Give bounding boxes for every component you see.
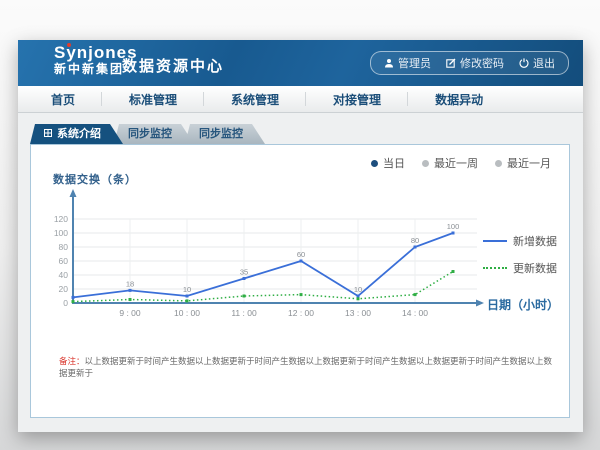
svg-text:13 : 00: 13 : 00 — [345, 308, 371, 318]
legend-label: 更新数据 — [513, 260, 557, 276]
nav-item-1[interactable]: 标准管理 — [102, 86, 204, 112]
svg-text:60: 60 — [297, 250, 305, 259]
svg-text:10: 10 — [354, 285, 362, 294]
range-option-0[interactable]: 当日 — [371, 155, 405, 171]
content-panel: 当日最近一周最近一月 数据交换（条） 0204060801001209 : 00… — [30, 144, 570, 418]
svg-text:20: 20 — [59, 284, 69, 294]
legend-item-0: 新增数据 — [483, 233, 557, 249]
range-option-2[interactable]: 最近一月 — [495, 155, 551, 171]
logo-accent — [67, 43, 71, 47]
nav-item-2[interactable]: 系统管理 — [204, 86, 306, 112]
svg-text:0: 0 — [63, 298, 68, 308]
svg-text:120: 120 — [54, 214, 68, 224]
svg-text:35: 35 — [240, 268, 248, 277]
user-menu-item-1[interactable]: 修改密码 — [446, 55, 504, 71]
footnote-text: 以上数据更新于时间产生数据以上数据更新于时间产生数据以上数据更新于时间产生数据以… — [59, 356, 552, 378]
svg-text:11 : 00: 11 : 00 — [231, 308, 257, 318]
app-header: Synjones 新中新集团 数据资源中心 管理员修改密码退出 — [18, 40, 583, 86]
nav-item-label: 系统管理 — [231, 91, 279, 108]
radio-icon — [371, 160, 378, 167]
svg-text:14 : 00: 14 : 00 — [402, 308, 428, 318]
range-option-label: 最近一周 — [434, 155, 478, 171]
chart-legend: 新增数据更新数据 — [483, 233, 557, 287]
range-option-1[interactable]: 最近一周 — [422, 155, 478, 171]
tab-bar: 系统介绍 同步监控 同步监控 — [30, 124, 256, 144]
legend-line-sample — [483, 240, 507, 242]
tab-label: 同步监控 — [199, 128, 243, 140]
power-icon — [519, 58, 529, 68]
svg-text:100: 100 — [447, 222, 460, 231]
legend-line-sample — [483, 267, 507, 269]
time-range-group: 当日 最近一周 最近一月 — [371, 155, 551, 171]
user-icon — [384, 58, 394, 68]
svg-text:10 : 00: 10 : 00 — [174, 308, 200, 318]
radio-icon — [422, 160, 429, 167]
chart-canvas: 0 20 40 60 80 100 120 9 : 00 10 : 00 11 : 00 12 : … — [41, 185, 501, 327]
main-nav: 首页 标准管理 系统管理 对接管理 数据异动 — [18, 86, 583, 113]
range-option-label: 当日 — [383, 155, 405, 171]
svg-text:60: 60 — [59, 256, 69, 266]
tab-0[interactable]: 系统介绍 — [30, 124, 123, 144]
exchange-line-chart: 0 20 40 60 80 100 120 9 : 00 10 : 00 11 : 00 12 : … — [41, 185, 501, 327]
svg-text:10: 10 — [183, 285, 191, 294]
svg-text:100: 100 — [54, 228, 68, 238]
tab-2[interactable]: 同步监控 — [185, 124, 265, 144]
svg-text:80: 80 — [411, 236, 419, 245]
svg-text:18: 18 — [126, 279, 134, 288]
user-menu-label: 修改密码 — [460, 55, 504, 71]
x-axis-title: 日期（小时） — [487, 296, 559, 313]
tab-label: 系统介绍 — [57, 124, 101, 144]
legend-label: 新增数据 — [513, 233, 557, 249]
footnote-label: 备注： — [59, 356, 85, 366]
nav-item-4[interactable]: 数据异动 — [408, 86, 510, 112]
footnote: 备注：以上数据更新于时间产生数据以上数据更新于时间产生数据以上数据更新于时间产生… — [59, 355, 559, 379]
radio-icon — [495, 160, 502, 167]
user-menu-label: 退出 — [533, 55, 555, 71]
nav-item-label: 数据异动 — [435, 91, 483, 108]
nav-item-label: 对接管理 — [333, 91, 381, 108]
grid-icon — [44, 124, 52, 144]
edit-icon — [446, 58, 456, 68]
user-menu: 管理员 修改密码 退出 — [370, 51, 569, 75]
svg-text:12 : 00: 12 : 00 — [288, 308, 314, 318]
nav-item-label: 首页 — [51, 91, 75, 108]
app-window: Synjones 新中新集团 数据资源中心 管理员修改密码退出 首页标准管理系统… — [18, 40, 583, 432]
tab-label: 同步监控 — [128, 128, 172, 140]
nav-item-label: 标准管理 — [129, 91, 177, 108]
svg-text:9 : 00: 9 : 00 — [119, 308, 141, 318]
tab-1[interactable]: 同步监控 — [114, 124, 194, 144]
svg-text:80: 80 — [59, 242, 69, 252]
legend-item-1: 更新数据 — [483, 260, 557, 276]
nav-item-0[interactable]: 首页 — [24, 86, 102, 112]
user-menu-label: 管理员 — [398, 55, 431, 71]
nav-item-3[interactable]: 对接管理 — [306, 86, 408, 112]
user-menu-item-0[interactable]: 管理员 — [384, 55, 431, 71]
range-option-label: 最近一月 — [507, 155, 551, 171]
page-title: 数据资源中心 — [122, 55, 224, 76]
svg-text:40: 40 — [59, 270, 69, 280]
user-menu-item-2[interactable]: 退出 — [519, 55, 555, 71]
